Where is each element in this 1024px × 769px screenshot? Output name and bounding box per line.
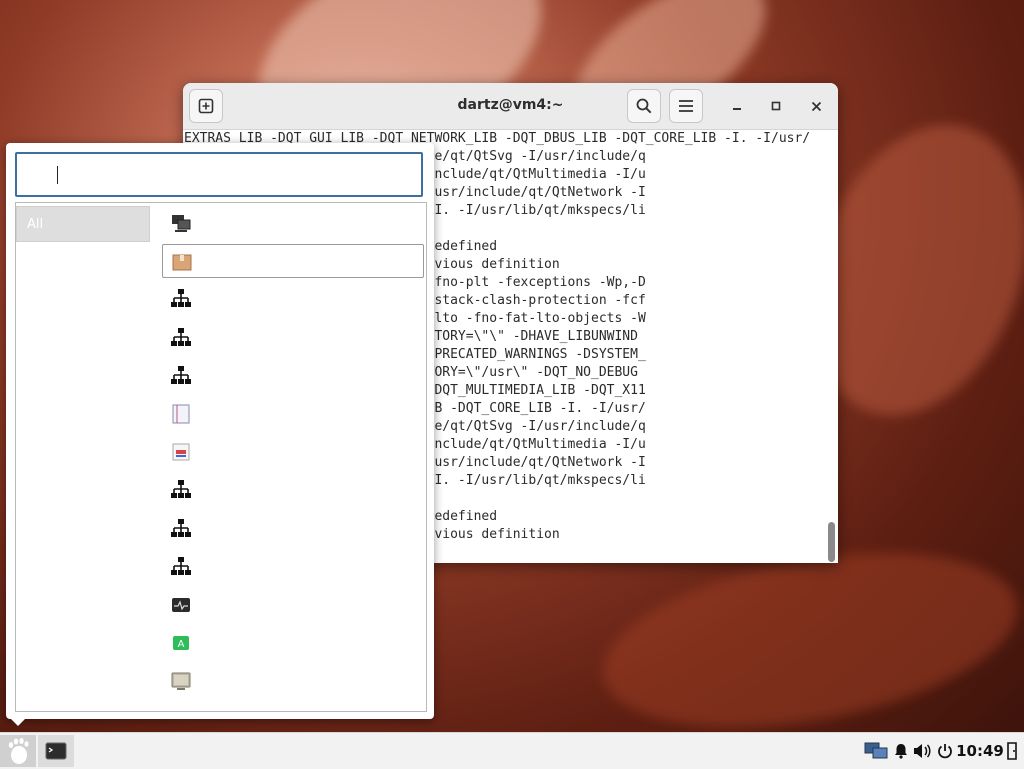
app-store-icon: A xyxy=(170,632,192,654)
network-icon xyxy=(170,518,192,540)
image-viewer-icon xyxy=(170,441,192,463)
package-icon xyxy=(171,251,193,273)
text-cursor xyxy=(57,166,58,184)
maximize-icon xyxy=(771,101,781,111)
network-icon xyxy=(170,365,192,387)
network-icon xyxy=(170,288,192,310)
search-input[interactable] xyxy=(15,152,423,197)
volume-button[interactable] xyxy=(911,735,933,767)
search-icon xyxy=(636,98,652,114)
app-menu-item[interactable] xyxy=(162,244,424,279)
document-viewer-icon xyxy=(170,403,192,425)
gnome-foot-icon xyxy=(8,738,29,764)
taskbar-terminal-button[interactable] xyxy=(38,735,74,767)
application-menu: All A xyxy=(6,143,434,719)
hamburger-icon xyxy=(679,100,693,112)
network-wired-icon xyxy=(864,742,888,759)
close-icon xyxy=(811,101,821,111)
search-button[interactable] xyxy=(627,89,661,123)
scrollbar-thumb[interactable] xyxy=(828,522,835,562)
terminal-scrollbar[interactable] xyxy=(826,130,836,563)
app-menu-item[interactable] xyxy=(162,550,424,584)
power-button[interactable] xyxy=(935,735,955,767)
app-menu-item[interactable] xyxy=(162,397,424,431)
svg-text:A: A xyxy=(178,639,185,650)
category-all[interactable]: All xyxy=(16,206,150,242)
maximize-button[interactable] xyxy=(766,96,786,116)
minimize-button[interactable] xyxy=(727,96,747,116)
terminal-headerbar: dartz@vm4:~ xyxy=(183,83,838,130)
app-menu-item[interactable]: A xyxy=(162,626,424,660)
taskbar: 10:49 xyxy=(0,732,1024,769)
menu-panel: All A xyxy=(15,202,427,712)
clock[interactable]: 10:49 xyxy=(956,735,1004,767)
remote-desktop-icon xyxy=(170,212,192,234)
close-button[interactable] xyxy=(806,96,826,116)
app-menu-item[interactable] xyxy=(162,359,424,393)
monitor-icon xyxy=(170,670,192,692)
terminal-icon xyxy=(45,742,67,760)
minimize-icon xyxy=(733,108,741,110)
logout-icon xyxy=(1007,742,1017,760)
app-menu-item[interactable] xyxy=(162,588,424,622)
menu-pointer xyxy=(10,718,26,726)
volume-icon xyxy=(914,744,931,758)
app-menu-item[interactable] xyxy=(162,282,424,316)
network-icon xyxy=(170,556,192,578)
power-icon xyxy=(938,744,952,759)
app-menu-item[interactable] xyxy=(162,206,424,240)
menu-button[interactable] xyxy=(669,89,703,123)
app-menu-item[interactable] xyxy=(162,321,424,355)
app-menu-button[interactable] xyxy=(0,735,36,767)
notifications-button[interactable] xyxy=(892,735,910,767)
app-menu-item[interactable] xyxy=(162,512,424,546)
system-monitor-icon xyxy=(170,594,192,616)
logout-button[interactable] xyxy=(1004,735,1022,767)
network-tray-button[interactable] xyxy=(862,735,890,767)
app-menu-item[interactable] xyxy=(162,435,424,469)
network-icon xyxy=(170,479,192,501)
app-menu-item[interactable] xyxy=(162,473,424,507)
bell-icon xyxy=(895,744,907,759)
app-menu-item[interactable] xyxy=(162,664,424,698)
network-icon xyxy=(170,327,192,349)
